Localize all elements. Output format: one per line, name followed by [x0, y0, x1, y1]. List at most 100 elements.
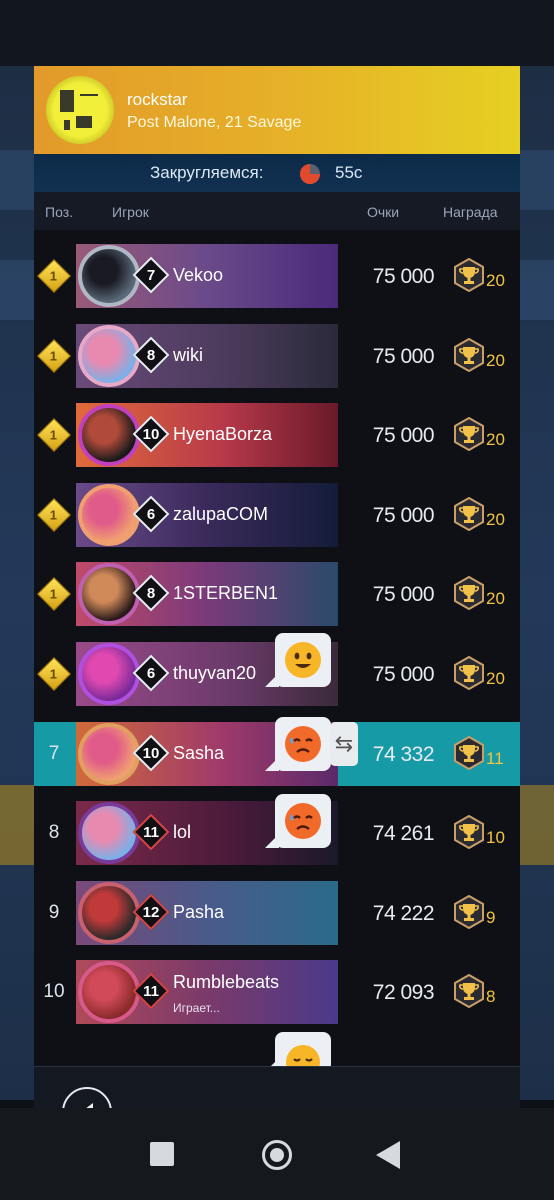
avatar[interactable] [78, 881, 140, 944]
reward-amount: 20 [486, 509, 505, 529]
song-artist: Post Malone, 21 Savage [127, 114, 302, 131]
row-position: 10 [43, 981, 65, 1003]
first-place-icon: 1 [37, 657, 71, 691]
trophy-icon [454, 258, 484, 292]
player-name: Pasha [173, 901, 225, 922]
row-position: 9 [48, 901, 60, 923]
column-headers: Поз. Игрок Очки Награда [34, 192, 520, 230]
song-title: rockstar [127, 90, 188, 109]
row-position: 1 [34, 244, 74, 308]
recents-button[interactable] [150, 1142, 174, 1166]
table-row[interactable]: 1 8 1STERBEN1 75 000 20 [34, 562, 520, 627]
table-row[interactable]: 1 6 zalupaCOM 75 000 20 [34, 482, 520, 547]
reward-amount: 9 [486, 907, 496, 927]
player-card[interactable]: 8 wiki [76, 323, 338, 388]
trophy-icon [454, 337, 484, 372]
round-timer: Закругляемся: 55c [34, 154, 520, 192]
first-place-icon: 1 [37, 577, 71, 612]
leaderboard-panel: rockstar Post Malone, 21 Savage Закругля… [34, 66, 520, 1152]
row-position: 1 [34, 642, 74, 706]
player-name: zalupaCOM [173, 503, 269, 524]
player-score: 74 332 [372, 742, 435, 766]
timer-pie-icon [300, 164, 320, 184]
player-score: 75 000 [372, 424, 435, 448]
sad-emoji-icon [285, 726, 321, 762]
avatar[interactable] [78, 643, 140, 705]
trophy-icon [454, 894, 484, 929]
player-score: 75 000 [372, 583, 435, 607]
smile-emoji-icon [285, 642, 321, 678]
player-score: 75 000 [372, 265, 435, 288]
reward-amount: 8 [486, 987, 496, 1007]
player-score: 74 222 [372, 901, 435, 925]
avatar[interactable] [78, 563, 140, 626]
row-position: 1 [34, 562, 74, 626]
row-position: 1 [34, 403, 74, 467]
avatar[interactable] [78, 324, 140, 387]
sad-emoji-icon [285, 803, 321, 839]
row-position: 1 [34, 324, 74, 388]
avatar[interactable] [78, 245, 140, 307]
trophy-icon [454, 576, 484, 611]
col-score: Очки [367, 204, 400, 220]
level-badge: 10 [132, 415, 170, 453]
player-card[interactable]: 10 HyenaBorza [76, 403, 338, 468]
trophy-icon [454, 735, 484, 770]
player-score: 75 000 [372, 663, 435, 686]
player-card[interactable]: 11 Rumblebeats Играет... [76, 960, 338, 1025]
avatar[interactable] [78, 722, 140, 785]
player-card[interactable]: 12 Pasha [76, 880, 338, 945]
row-position: 7 [48, 742, 60, 764]
player-name: 1STERBEN1 [173, 583, 279, 604]
col-position: Поз. [45, 204, 73, 220]
player-name: wiki [173, 344, 203, 365]
swap-icon[interactable]: ⇆ [330, 722, 358, 766]
table-row[interactable]: 9 12 Pasha 74 222 9 [34, 880, 520, 945]
avatar[interactable] [78, 961, 140, 1024]
level-badge: 8 [132, 336, 170, 373]
player-card[interactable]: 8 1STERBEN1 [76, 562, 338, 627]
avatar[interactable] [78, 802, 140, 865]
reward-amount: 20 [486, 589, 505, 609]
player-name: HyenaBorza [173, 424, 273, 445]
home-button[interactable] [262, 1140, 292, 1170]
trophy-icon [454, 815, 484, 850]
first-place-icon: 1 [37, 418, 71, 453]
table-row[interactable]: 1 10 HyenaBorza 75 000 20 [34, 403, 520, 468]
level-badge: 7 [132, 256, 170, 294]
trophy-icon [454, 656, 484, 690]
table-row[interactable]: 1 8 wiki 75 000 20 [34, 323, 520, 388]
reward-amount: 20 [486, 430, 505, 450]
trophy-icon [454, 417, 484, 452]
player-card[interactable]: 6 zalupaCOM [76, 482, 338, 547]
player-name: thuyvan20 [173, 663, 257, 683]
player-score: 75 000 [372, 503, 435, 527]
player-name: Rumblebeats [173, 972, 280, 993]
reward-amount: 10 [486, 828, 505, 848]
album-cover [46, 76, 114, 144]
level-badge: 11 [132, 813, 170, 851]
row-position: 1 [34, 483, 74, 547]
first-place-icon: 1 [37, 497, 71, 532]
reward-amount: 20 [486, 350, 505, 370]
system-back-button[interactable] [376, 1141, 400, 1169]
level-badge: 6 [132, 495, 170, 533]
player-name: Vekoo [173, 265, 224, 285]
system-nav-bar [0, 1108, 554, 1200]
reaction-bubble [265, 794, 331, 848]
col-reward: Награда [443, 204, 498, 220]
player-status: Играет... [173, 1001, 220, 1016]
table-row[interactable]: 10 11 Rumblebeats Играет... 72 093 8 [34, 960, 520, 1025]
col-player: Игрок [112, 204, 149, 220]
table-row[interactable]: 1 7 Vekoo 75 000 20 [34, 244, 520, 308]
player-card[interactable]: 7 Vekoo [76, 244, 338, 308]
level-badge: 6 [132, 654, 170, 692]
player-score: 74 261 [372, 822, 435, 846]
reward-amount: 20 [486, 669, 505, 688]
first-place-icon: 1 [37, 338, 71, 373]
reaction-bubble [265, 717, 331, 771]
first-place-icon: 1 [37, 259, 71, 293]
avatar[interactable] [78, 483, 140, 546]
trophy-icon [454, 496, 484, 531]
avatar[interactable] [78, 404, 140, 467]
